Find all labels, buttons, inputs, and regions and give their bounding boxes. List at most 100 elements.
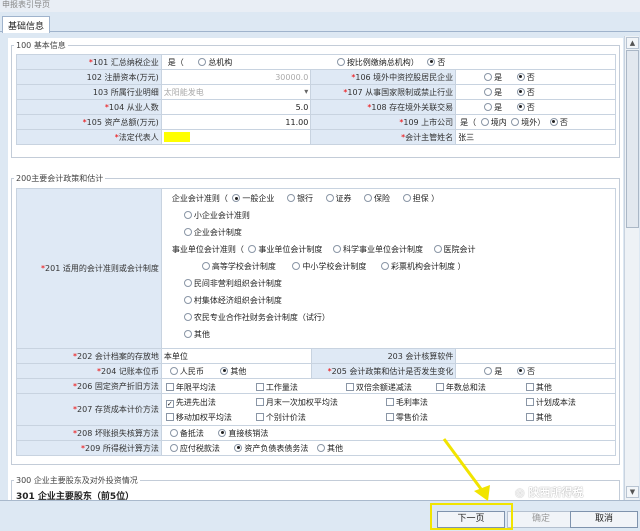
radio-icon <box>183 296 192 304</box>
opt-guarantee[interactable]: 担保 ） <box>401 194 439 203</box>
opt-small-enterprise[interactable]: 小企业会计准则 <box>182 210 250 221</box>
chk-fifo[interactable]: ✓ 先进先出法 <box>164 397 216 408</box>
opt-enterprise-system[interactable]: 企业会计制度 <box>182 227 242 238</box>
chk-specific-id[interactable]: 个别计价法 <box>254 412 306 423</box>
opt-overseas[interactable]: 境外） <box>509 117 545 127</box>
opt-rmb[interactable]: 人民币 <box>168 366 204 376</box>
opt-other-tax[interactable]: 其他 <box>315 443 343 453</box>
tab-basic-info[interactable]: 基础信息 <box>2 16 51 33</box>
opt-university[interactable]: 高等学校会计制度 <box>200 262 276 271</box>
opt-public-institution[interactable]: 事业单位会计制度 <box>246 245 322 254</box>
registered-capital-field[interactable]: 30000.0 <box>160 69 312 85</box>
opt-domestic[interactable]: 境内 <box>479 117 507 127</box>
opt-yes[interactable]: 是 <box>482 366 502 376</box>
opt-general-enterprise[interactable]: 一般企业 <box>230 194 274 203</box>
opt-other[interactable]: 其他 <box>182 329 210 340</box>
watermark: ◎ 陕西所得税 <box>515 486 584 499</box>
accountant-field[interactable]: 张三 <box>455 129 616 145</box>
opt-no[interactable]: 否 <box>515 72 535 82</box>
opt-no[interactable]: 否 <box>548 117 568 127</box>
tab-bar: 基础信息 <box>0 12 640 33</box>
scroll-down-icon[interactable]: ▼ <box>626 486 639 498</box>
opt-other-currency[interactable]: 其他 <box>218 366 246 376</box>
label-203: 203 会计核算软件 <box>310 348 457 364</box>
label-205: *205 会计政策和估计是否发生变化 <box>310 363 457 379</box>
radio-icon <box>183 313 192 321</box>
opt-no[interactable]: 否 <box>425 57 445 67</box>
opt-yes[interactable]: 是 <box>482 72 502 82</box>
bottom-button-bar: 下一页 确定 取消 <box>0 500 640 531</box>
label-106: *106 境外中资控股居民企业 <box>310 69 457 85</box>
opt-direct-writeoff[interactable]: 直接核销法 <box>216 428 268 438</box>
confirm-button[interactable]: 确定 <box>507 511 575 528</box>
opt-no[interactable]: 否 <box>515 87 535 97</box>
chk-units-of-production[interactable]: 工作量法 <box>254 382 298 393</box>
employees-field[interactable]: 5.0 <box>160 99 312 115</box>
label-101: *101 汇总纳税企业 <box>16 54 162 70</box>
chk-double-declining[interactable]: 双倍余额递减法 <box>344 382 412 393</box>
section-100-title: 100 基本信息 <box>14 40 68 51</box>
row-204: *204 记账本位币 人民币 其他 *205 会计政策和估计是否发生变化 是 否 <box>16 363 616 379</box>
industry-select[interactable]: 太阳能发电 ▾ <box>160 84 312 100</box>
opt-yes[interactable]: 是 <box>482 87 502 97</box>
accounting-standard-options: 企业会计准则（ 一般企业 银行 证券 保险 担保 ） 小企业会计准则 企业会计制… <box>160 188 617 349</box>
opt-head-office[interactable]: 总机构 <box>196 57 232 67</box>
label-109: *109 上市公司 <box>310 114 457 130</box>
radio-icon <box>169 428 178 437</box>
radio-selected-icon <box>232 194 241 202</box>
vertical-scrollbar[interactable]: ▲ ▼ <box>624 36 639 500</box>
chk-other-depreciation[interactable]: 其他 <box>524 382 552 393</box>
chk-monthly-weighted[interactable]: 月末一次加权平均法 <box>254 397 338 408</box>
chk-planned-cost[interactable]: 计划成本法 <box>524 397 576 408</box>
opt-balance-sheet-liability[interactable]: 资产负债表债务法 <box>232 443 308 453</box>
opt-proportional[interactable]: 按比例缴纳总机构） <box>335 57 419 67</box>
opt-no[interactable]: 否 <box>515 366 535 376</box>
scroll-up-icon[interactable]: ▲ <box>626 37 639 49</box>
chk-straight-line[interactable]: 年限平均法 <box>164 382 216 393</box>
radio-icon <box>484 87 493 96</box>
row-105: *105 资产总额(万元) 11.00 *109 上市公司 是（ 境内 境外） … <box>16 114 616 130</box>
cancel-button[interactable]: 取消 <box>570 511 638 528</box>
chk-sum-of-years[interactable]: 年数总和法 <box>434 382 486 393</box>
opt-allowance[interactable]: 备抵法 <box>168 428 204 438</box>
chk-other-inventory[interactable]: 其他 <box>524 412 552 423</box>
radio-icon <box>248 245 257 253</box>
row-legal-rep: *法定代表人 *会计主管姓名 张三 <box>16 129 616 145</box>
radio-icon <box>511 117 520 126</box>
scroll-thumb[interactable] <box>626 50 639 228</box>
opt-bank[interactable]: 银行 <box>285 194 313 203</box>
opt-insurance[interactable]: 保险 <box>362 194 390 203</box>
label-legal-rep: *法定代表人 <box>16 129 162 145</box>
label-202: *202 会计档案的存放地 <box>16 348 162 364</box>
opt-taxes-payable[interactable]: 应付税款法 <box>168 443 220 453</box>
chk-retail-price[interactable]: 零售价法 <box>384 412 428 423</box>
highlight-box <box>430 503 513 530</box>
opt-science-institution[interactable]: 科学事业单位会计制度 <box>331 245 423 254</box>
chevron-down-icon: ▾ <box>304 86 309 96</box>
opt-hospital[interactable]: 医院会计 <box>432 245 476 254</box>
opt-no[interactable]: 否 <box>515 102 535 112</box>
opt-yes[interactable]: 是 <box>482 102 502 112</box>
accounting-software-field[interactable] <box>455 348 616 364</box>
label-207: *207 存货成本计价方法 <box>16 393 162 426</box>
radio-icon <box>169 366 178 375</box>
chk-gross-margin[interactable]: 毛利率法 <box>384 397 428 408</box>
total-assets-field[interactable]: 11.00 <box>160 114 312 130</box>
legal-rep-field[interactable] <box>160 129 312 145</box>
radio-icon <box>198 57 207 66</box>
radio-icon <box>325 194 334 202</box>
checkbox-icon <box>385 413 394 421</box>
policy-change-options: 是 否 <box>455 363 616 379</box>
chk-moving-weighted[interactable]: 移动加权平均法 <box>164 412 232 423</box>
opt-school[interactable]: 中小学校会计制度 <box>290 262 366 271</box>
radio-icon <box>433 245 442 253</box>
opt-securities[interactable]: 证券 <box>324 194 352 203</box>
opt-village-collective[interactable]: 村集体经济组织会计制度 <box>182 295 282 306</box>
archive-location-field[interactable]: 本单位 <box>160 348 312 364</box>
opt-non-profit[interactable]: 民间非营利组织会计制度 <box>182 278 282 289</box>
row-207: *207 存货成本计价方法 ✓ 先进先出法 月末一次加权平均法 毛利率法 计划成本… <box>16 393 617 426</box>
radio-icon <box>484 102 493 111</box>
opt-lottery[interactable]: 彩票机构会计制度 ） <box>379 262 466 271</box>
opt-farmer-coop[interactable]: 农民专业合作社财务会计制度（试行） <box>182 312 330 323</box>
row-206: *206 固定资产折旧方法 年限平均法 工作量法 双倍余额递减法 年数总和法 其… <box>16 378 617 394</box>
